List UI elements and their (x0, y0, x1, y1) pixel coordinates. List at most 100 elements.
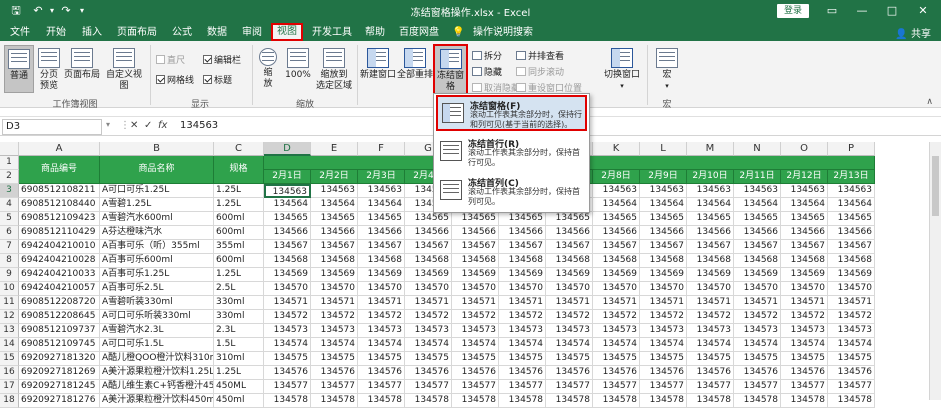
value-cell[interactable]: 134568 (264, 254, 311, 268)
value-cell[interactable]: 134576 (687, 366, 734, 380)
row-header[interactable]: 17 (0, 380, 19, 394)
cell-product-name[interactable]: A雪碧汽水2.3L (100, 324, 214, 338)
value-cell[interactable]: 134568 (358, 254, 405, 268)
value-cell[interactable]: 134563 (593, 184, 640, 198)
macros-button[interactable]: 宏 ▾ (652, 45, 682, 93)
cell-spec[interactable]: 450ML (214, 380, 264, 394)
value-cell[interactable]: 134578 (828, 394, 875, 408)
value-cell[interactable]: 134575 (358, 352, 405, 366)
value-cell[interactable]: 134567 (499, 240, 546, 254)
value-cell[interactable]: 134563 (264, 184, 311, 198)
tab-view[interactable]: 视图 (271, 23, 303, 41)
column-header[interactable]: O (781, 142, 828, 156)
value-cell[interactable]: 134566 (781, 226, 828, 240)
value-cell[interactable]: 134568 (781, 254, 828, 268)
value-cell[interactable]: 134568 (687, 254, 734, 268)
value-cell[interactable]: 134573 (311, 324, 358, 338)
cell-product-code[interactable]: 6920927181320 (19, 352, 100, 366)
row-header[interactable]: 7 (0, 240, 19, 254)
value-cell[interactable]: 134567 (264, 240, 311, 254)
value-cell[interactable]: 134576 (311, 366, 358, 380)
tab-help[interactable]: 帮助 (361, 24, 389, 41)
value-cell[interactable]: 134571 (499, 296, 546, 310)
value-cell[interactable]: 134564 (734, 198, 781, 212)
value-cell[interactable]: 134565 (358, 212, 405, 226)
value-cell[interactable]: 134568 (593, 254, 640, 268)
value-cell[interactable]: 134573 (264, 324, 311, 338)
value-cell[interactable]: 134568 (405, 254, 452, 268)
header-cell-product-name[interactable]: 商品名称 (100, 156, 214, 184)
formula-input[interactable]: 134563 (180, 120, 218, 131)
value-cell[interactable]: 134567 (640, 240, 687, 254)
column-header[interactable]: B (100, 142, 214, 156)
value-cell[interactable]: 134575 (828, 352, 875, 366)
cell-product-name[interactable]: A芬达橙味汽水 (100, 226, 214, 240)
cell-spec[interactable]: 2.5L (214, 282, 264, 296)
value-cell[interactable]: 134571 (734, 296, 781, 310)
view-side-by-side-button[interactable]: 并排查看 (516, 49, 564, 62)
value-cell[interactable]: 134575 (593, 352, 640, 366)
cell-spec[interactable]: 600ml (214, 212, 264, 226)
value-cell[interactable]: 134577 (734, 380, 781, 394)
value-cell[interactable]: 134577 (687, 380, 734, 394)
value-cell[interactable]: 134570 (546, 282, 593, 296)
value-cell[interactable]: 134574 (687, 338, 734, 352)
value-cell[interactable]: 134567 (734, 240, 781, 254)
split-button[interactable]: 拆分 (472, 49, 502, 62)
vertical-scrollbar[interactable] (929, 142, 941, 400)
column-header[interactable]: F (358, 142, 405, 156)
value-cell[interactable]: 134571 (405, 296, 452, 310)
cell-product-code[interactable]: 6942404210028 (19, 254, 100, 268)
tab-developer[interactable]: 开发工具 (309, 24, 355, 41)
value-cell[interactable]: 134564 (781, 198, 828, 212)
value-cell[interactable]: 134565 (311, 212, 358, 226)
menu-item-freeze-panes[interactable]: 冻结窗格(F) 滚动工作表其余部分时，保持行和列可见(基于当前的选择)。 (436, 95, 587, 131)
value-cell[interactable]: 134570 (264, 282, 311, 296)
value-cell[interactable]: 134565 (734, 212, 781, 226)
cell-product-code[interactable]: 6942404210057 (19, 282, 100, 296)
row-header[interactable]: 2 (0, 170, 19, 184)
value-cell[interactable]: 134567 (405, 240, 452, 254)
value-cell[interactable]: 134578 (499, 394, 546, 408)
value-cell[interactable]: 134578 (264, 394, 311, 408)
value-cell[interactable]: 134572 (734, 310, 781, 324)
cell-product-code[interactable]: 6942404210010 (19, 240, 100, 254)
cell-product-code[interactable]: 6920927181276 (19, 394, 100, 408)
value-cell[interactable]: 134575 (405, 352, 452, 366)
cell-product-code[interactable]: 6908512108440 (19, 198, 100, 212)
tell-me-search[interactable]: 操作说明搜索 (468, 24, 538, 41)
cell-product-code[interactable]: 6942404210033 (19, 268, 100, 282)
value-cell[interactable]: 134571 (546, 296, 593, 310)
cell-spec[interactable]: 450ml (214, 394, 264, 408)
insert-function-icon[interactable]: fx (158, 120, 167, 131)
value-cell[interactable]: 134569 (358, 268, 405, 282)
value-cell[interactable]: 134576 (734, 366, 781, 380)
cell-product-name[interactable]: A百事可乐600ml (100, 254, 214, 268)
cell-product-name[interactable]: A雪碧1.25L (100, 198, 214, 212)
ruler-checkbox[interactable]: 直尺 (156, 53, 185, 66)
login-button[interactable]: 登录 (777, 4, 809, 18)
cancel-icon[interactable]: ✕ (130, 120, 138, 131)
value-cell[interactable]: 134576 (358, 366, 405, 380)
value-cell[interactable]: 134565 (452, 212, 499, 226)
value-cell[interactable]: 134575 (687, 352, 734, 366)
value-cell[interactable]: 134574 (264, 338, 311, 352)
value-cell[interactable]: 134568 (311, 254, 358, 268)
value-cell[interactable]: 134570 (687, 282, 734, 296)
tab-formulas[interactable]: 公式 (168, 24, 196, 41)
value-cell[interactable]: 134574 (734, 338, 781, 352)
value-cell[interactable]: 134577 (828, 380, 875, 394)
value-cell[interactable]: 134572 (452, 310, 499, 324)
tab-review[interactable]: 审阅 (238, 24, 266, 41)
value-cell[interactable]: 134567 (311, 240, 358, 254)
tab-insert[interactable]: 插入 (78, 24, 106, 41)
value-cell[interactable]: 134574 (311, 338, 358, 352)
value-cell[interactable]: 134571 (358, 296, 405, 310)
value-cell[interactable]: 134569 (734, 268, 781, 282)
value-cell[interactable]: 134578 (781, 394, 828, 408)
value-cell[interactable]: 134576 (405, 366, 452, 380)
formula-bar-checkbox[interactable]: 编辑栏 (203, 53, 241, 66)
value-cell[interactable]: 134570 (405, 282, 452, 296)
cell-product-name[interactable]: A百事可乐2.5L (100, 282, 214, 296)
cell-product-name[interactable]: A可口可乐1.25L (100, 184, 214, 198)
